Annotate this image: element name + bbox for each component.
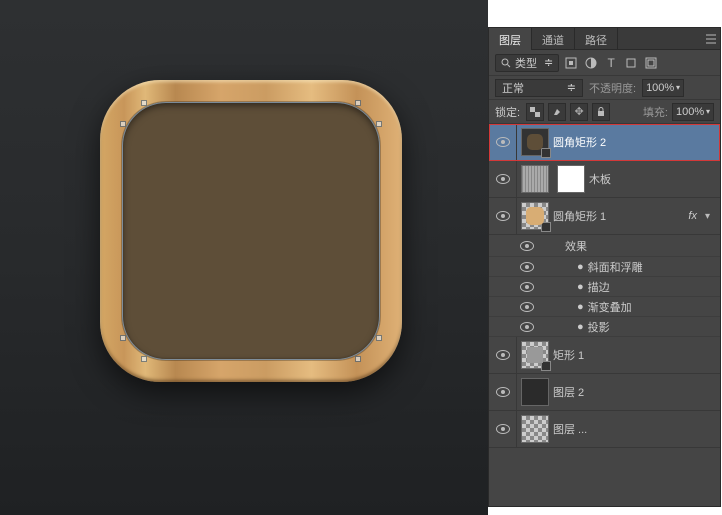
eye-icon bbox=[520, 282, 534, 292]
artwork bbox=[100, 80, 402, 382]
layer-name[interactable]: 圆角矩形 2 bbox=[553, 134, 714, 150]
effects-group: 效果 ●斜面和浮雕 ●描边 ●渐变叠加 ●投影 bbox=[489, 235, 720, 337]
visibility-toggle[interactable] bbox=[517, 317, 537, 337]
effect-item[interactable]: ●描边 bbox=[489, 277, 720, 297]
fx-badge[interactable]: fx bbox=[688, 210, 697, 222]
effects-header[interactable]: 效果 bbox=[489, 235, 720, 257]
layer-row[interactable]: 图层 ... bbox=[489, 411, 720, 448]
layer-name[interactable]: 图层 ... bbox=[553, 421, 714, 437]
layer-row[interactable]: 图层 2 bbox=[489, 374, 720, 411]
layer-row[interactable]: 圆角矩形 2 bbox=[489, 124, 720, 161]
opacity-field[interactable]: 100% ▾ bbox=[642, 79, 684, 97]
visibility-toggle[interactable] bbox=[517, 277, 537, 297]
lock-row: 锁定: ✥ 填充: 100% ▾ bbox=[489, 100, 720, 124]
effect-name: 投影 bbox=[588, 319, 610, 335]
eye-icon bbox=[496, 387, 510, 397]
inner-rounded-rect bbox=[122, 102, 380, 360]
effects-label: 效果 bbox=[565, 238, 587, 254]
tab-paths[interactable]: 路径 bbox=[575, 28, 618, 50]
filter-label: 类型 bbox=[515, 55, 537, 71]
chevron-down-icon: ▾ bbox=[676, 83, 680, 92]
visibility-toggle[interactable] bbox=[517, 257, 537, 277]
eye-icon bbox=[520, 302, 534, 312]
eye-icon bbox=[520, 322, 534, 332]
layers-panel: 图层 通道 路径 类型 ≑ T 正常 ≑ 不透明度: 100% ▾ 锁定: bbox=[488, 27, 721, 507]
filter-row: 类型 ≑ T bbox=[489, 50, 720, 76]
chevron-down-icon[interactable]: ▾ bbox=[701, 211, 714, 222]
visibility-toggle[interactable] bbox=[489, 161, 517, 197]
effect-item[interactable]: ●渐变叠加 bbox=[489, 297, 720, 317]
opacity-label: 不透明度: bbox=[589, 80, 636, 96]
chevron-down-icon: ≑ bbox=[567, 81, 576, 94]
effect-name: 渐变叠加 bbox=[588, 299, 632, 315]
visibility-toggle[interactable] bbox=[489, 337, 517, 373]
visibility-toggle[interactable] bbox=[489, 411, 517, 447]
filter-pixel-icon[interactable] bbox=[563, 55, 579, 71]
layer-name[interactable]: 矩形 1 bbox=[553, 347, 714, 363]
layer-mask-thumbnail[interactable] bbox=[557, 165, 585, 193]
filter-type-dropdown[interactable]: 类型 ≑ bbox=[495, 54, 559, 72]
search-icon bbox=[501, 58, 511, 68]
effect-item[interactable]: ●投影 bbox=[489, 317, 720, 337]
layer-row[interactable]: 圆角矩形 1 fx ▾ bbox=[489, 198, 720, 235]
filter-shape-icon[interactable] bbox=[623, 55, 639, 71]
blend-mode-dropdown[interactable]: 正常 ≑ bbox=[495, 79, 583, 97]
shape-badge-icon bbox=[541, 148, 551, 158]
filter-adjustment-icon[interactable] bbox=[583, 55, 599, 71]
layer-thumbnail[interactable] bbox=[521, 341, 549, 369]
fill-field[interactable]: 100% ▾ bbox=[672, 103, 714, 121]
layer-name[interactable]: 圆角矩形 1 bbox=[553, 208, 688, 224]
visibility-toggle[interactable] bbox=[517, 297, 537, 317]
tab-channels[interactable]: 通道 bbox=[532, 28, 575, 50]
canvas[interactable] bbox=[0, 0, 488, 515]
layer-thumbnail[interactable] bbox=[521, 128, 549, 156]
fill-label: 填充: bbox=[643, 104, 668, 120]
chevron-down-icon: ≑ bbox=[544, 56, 553, 69]
layer-row[interactable]: 矩形 1 bbox=[489, 337, 720, 374]
panel-tabs: 图层 通道 路径 bbox=[489, 28, 720, 50]
blend-mode-value: 正常 bbox=[502, 80, 524, 96]
layer-name[interactable]: 图层 2 bbox=[553, 384, 714, 400]
eye-icon bbox=[520, 241, 534, 251]
tab-layers[interactable]: 图层 bbox=[489, 28, 532, 50]
visibility-toggle[interactable] bbox=[489, 374, 517, 410]
eye-icon bbox=[496, 350, 510, 360]
lock-transparency-icon[interactable] bbox=[526, 103, 544, 121]
layer-thumbnail[interactable] bbox=[521, 165, 549, 193]
layer-thumbnail[interactable] bbox=[521, 202, 549, 230]
visibility-toggle[interactable] bbox=[489, 124, 517, 160]
filter-type-icon[interactable]: T bbox=[603, 55, 619, 71]
lock-all-icon[interactable] bbox=[592, 103, 610, 121]
effect-name: 斜面和浮雕 bbox=[588, 259, 643, 275]
layers-list: 圆角矩形 2 木板 圆角矩形 1 fx ▾ 效果 ●斜面和浮雕 ●描边 ●渐变叠… bbox=[489, 124, 720, 448]
fill-value: 100% bbox=[676, 106, 704, 118]
visibility-toggle[interactable] bbox=[517, 235, 537, 257]
lock-label: 锁定: bbox=[495, 104, 520, 120]
shape-badge-icon bbox=[541, 361, 551, 371]
layer-name[interactable]: 木板 bbox=[589, 171, 714, 187]
layer-thumbnail[interactable] bbox=[521, 378, 549, 406]
eye-icon bbox=[520, 262, 534, 272]
blend-row: 正常 ≑ 不透明度: 100% ▾ bbox=[489, 76, 720, 100]
panel-menu-icon[interactable] bbox=[702, 28, 720, 49]
chevron-down-icon: ▾ bbox=[706, 107, 710, 116]
layer-row[interactable]: 木板 bbox=[489, 161, 720, 198]
eye-icon bbox=[496, 174, 510, 184]
shape-badge-icon bbox=[541, 222, 551, 232]
effect-item[interactable]: ●斜面和浮雕 bbox=[489, 257, 720, 277]
eye-icon bbox=[496, 424, 510, 434]
effect-name: 描边 bbox=[588, 279, 610, 295]
opacity-value: 100% bbox=[646, 82, 674, 94]
eye-icon bbox=[496, 211, 510, 221]
eye-icon bbox=[496, 137, 510, 147]
filter-smart-icon[interactable] bbox=[643, 55, 659, 71]
visibility-toggle[interactable] bbox=[489, 198, 517, 234]
layer-thumbnail[interactable] bbox=[521, 415, 549, 443]
lock-position-icon[interactable]: ✥ bbox=[570, 103, 588, 121]
lock-pixels-icon[interactable] bbox=[548, 103, 566, 121]
